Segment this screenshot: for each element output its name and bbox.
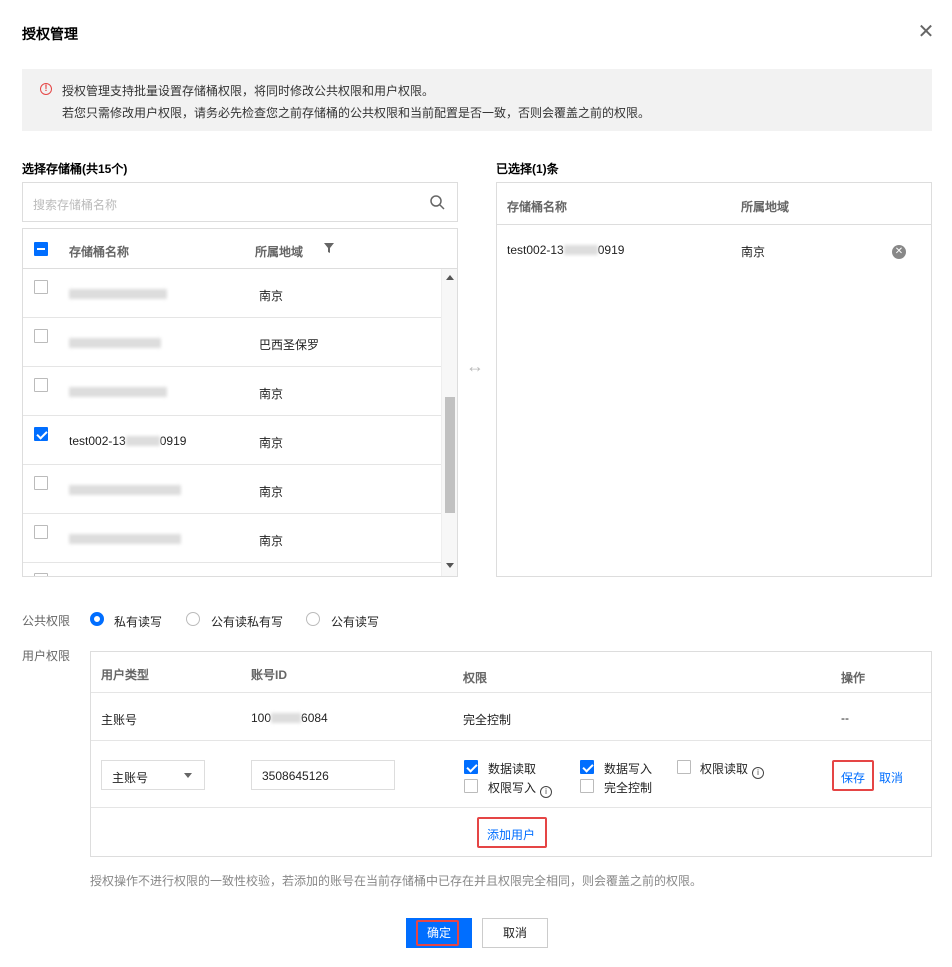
row-region: 南京 xyxy=(259,436,284,450)
perm-data-write-label[interactable]: 数据写入 xyxy=(604,760,652,777)
row-region: 巴西圣保罗 xyxy=(259,338,320,352)
scroll-up-icon[interactable] xyxy=(446,275,454,280)
redacted-name xyxy=(69,534,181,544)
radio-public-rw-label[interactable]: 公有读写 xyxy=(331,613,379,630)
selected-title: 已选择(1)条 xyxy=(496,162,559,176)
bucket-list-table: 存储桶名称 所属地域 南京 巴西圣保罗 南京 test002-13 0919 南京… xyxy=(22,228,458,577)
perm-acl-read-checkbox[interactable] xyxy=(677,760,691,774)
perm-data-read-label[interactable]: 数据读取 xyxy=(488,760,536,777)
transfer-arrow-icon: ↔ xyxy=(466,356,484,376)
user-perm-table: 用户类型 账号ID 权限 操作 主账号 100 6084 完全控制 -- 主账号 … xyxy=(90,651,932,857)
col-bucket-name: 存储桶名称 xyxy=(507,200,568,214)
redacted-name xyxy=(69,338,161,348)
notice-banner: ! 授权管理支持批量设置存储桶权限，将同时修改公共权限和用户权限。 若您只需修改… xyxy=(22,69,932,131)
notice-line-2: 若您只需修改用户权限，请务必先检查您之前存储桶的公共权限和当前配置是否一致，否则… xyxy=(62,106,651,120)
select-all-checkbox[interactable] xyxy=(34,242,48,256)
account-id-value: 3508645126 xyxy=(262,769,329,783)
row-operation: -- xyxy=(841,711,849,725)
selected-region: 南京 xyxy=(741,245,766,259)
list-item[interactable] xyxy=(23,563,441,576)
user-type-select[interactable]: 主账号 xyxy=(101,760,205,790)
add-user-button[interactable]: 添加用户 xyxy=(487,826,535,843)
redacted-name xyxy=(69,387,167,397)
filter-icon[interactable] xyxy=(324,243,334,253)
list-item[interactable]: 巴西圣保罗 xyxy=(23,318,441,367)
select-buckets-title: 选择存储桶(共15个) xyxy=(22,162,128,176)
cancel-link[interactable]: 取消 xyxy=(879,769,903,786)
remove-icon[interactable]: ✕ xyxy=(892,245,906,259)
dialog-title: 授权管理 xyxy=(22,26,78,42)
selected-table: 存储桶名称 所属地域 test002-13 0919 南京 ✕ xyxy=(496,182,932,577)
user-type-value: 主账号 xyxy=(112,771,149,785)
confirm-highlight xyxy=(416,920,459,946)
col-bucket-name: 存储桶名称 xyxy=(69,245,130,259)
search-icon[interactable] xyxy=(429,194,445,210)
row-region: 南京 xyxy=(259,485,284,499)
search-placeholder: 搜索存储桶名称 xyxy=(33,198,118,212)
selected-header: 存储桶名称 所属地域 xyxy=(497,183,931,225)
save-link[interactable]: 保存 xyxy=(841,769,865,786)
close-icon[interactable]: ✕ xyxy=(916,22,936,42)
scroll-down-icon[interactable] xyxy=(446,563,454,568)
row-checkbox[interactable] xyxy=(34,573,48,576)
row-account-id: 100 6084 xyxy=(251,711,328,725)
warning-icon: ! xyxy=(40,83,52,95)
radio-public-rw[interactable] xyxy=(306,612,320,626)
perm-acl-write-label[interactable]: 权限写入 i xyxy=(488,779,553,798)
public-perm-label: 公共权限 xyxy=(22,614,71,628)
row-checkbox[interactable] xyxy=(34,525,48,539)
cancel-button[interactable]: 取消 xyxy=(482,918,548,948)
user-perm-header: 用户类型 账号ID 权限 操作 xyxy=(91,652,931,693)
perm-data-write-checkbox[interactable] xyxy=(580,760,594,774)
scrollbar[interactable] xyxy=(441,269,457,576)
perm-full-control-label[interactable]: 完全控制 xyxy=(604,779,652,796)
col-account-id: 账号ID xyxy=(251,668,288,682)
bucket-list-header: 存储桶名称 所属地域 xyxy=(23,229,457,269)
list-item[interactable]: test002-13 0919 南京 xyxy=(23,416,441,465)
user-perm-label: 用户权限 xyxy=(22,649,71,663)
chevron-down-icon xyxy=(184,773,192,778)
list-item[interactable]: 南京 xyxy=(23,465,441,514)
col-region: 所属地域 xyxy=(255,245,304,259)
redacted-name xyxy=(69,289,167,299)
row-checkbox[interactable] xyxy=(34,476,48,490)
redacted-name xyxy=(69,485,181,495)
list-item[interactable]: 南京 xyxy=(23,514,441,563)
table-row: 主账号 100 6084 完全控制 -- xyxy=(91,693,931,741)
table-row-editing: 主账号 3508645126 数据读取 数据写入 权限读取 i 权限写入 i 完全控… xyxy=(91,741,931,808)
perm-acl-write-checkbox[interactable] xyxy=(464,779,478,793)
radio-private[interactable] xyxy=(90,612,104,626)
notice-line-1: 授权管理支持批量设置存储桶权限，将同时修改公共权限和用户权限。 xyxy=(62,84,435,98)
row-region: 南京 xyxy=(259,534,284,548)
bucket-search-input[interactable]: 搜索存储桶名称 xyxy=(22,182,458,222)
info-icon[interactable]: i xyxy=(540,786,553,798)
list-item[interactable]: 南京 xyxy=(23,367,441,416)
row-name: test002-13 0919 xyxy=(69,434,187,448)
row-region: 南京 xyxy=(259,387,284,401)
col-region: 所属地域 xyxy=(741,200,790,214)
scroll-thumb[interactable] xyxy=(445,397,455,513)
row-checkbox[interactable] xyxy=(34,378,48,392)
row-checkbox[interactable] xyxy=(34,280,48,294)
row-checkbox[interactable] xyxy=(34,427,48,441)
col-operation: 操作 xyxy=(841,671,866,685)
perm-acl-read-label[interactable]: 权限读取 i xyxy=(700,760,765,779)
radio-private-label[interactable]: 私有读写 xyxy=(114,613,162,630)
hint-text: 授权操作不进行权限的一致性校验，若添加的账号在当前存储桶中已存在并且权限完全相同… xyxy=(90,874,703,888)
row-permission: 完全控制 xyxy=(463,713,512,727)
list-item[interactable]: 南京 xyxy=(23,269,441,318)
perm-data-read-checkbox[interactable] xyxy=(464,760,478,774)
row-region: 南京 xyxy=(259,289,284,303)
radio-public-read-label[interactable]: 公有读私有写 xyxy=(211,613,283,630)
account-id-input[interactable]: 3508645126 xyxy=(251,760,395,790)
radio-public-read[interactable] xyxy=(186,612,200,626)
col-user-type: 用户类型 xyxy=(101,668,150,682)
col-permission: 权限 xyxy=(463,671,488,685)
selected-row: test002-13 0919 南京 ✕ xyxy=(497,225,931,275)
info-icon[interactable]: i xyxy=(752,767,765,779)
perm-full-control-checkbox[interactable] xyxy=(580,779,594,793)
row-checkbox[interactable] xyxy=(34,329,48,343)
row-user-type: 主账号 xyxy=(101,713,138,727)
selected-name: test002-13 0919 xyxy=(507,243,625,257)
